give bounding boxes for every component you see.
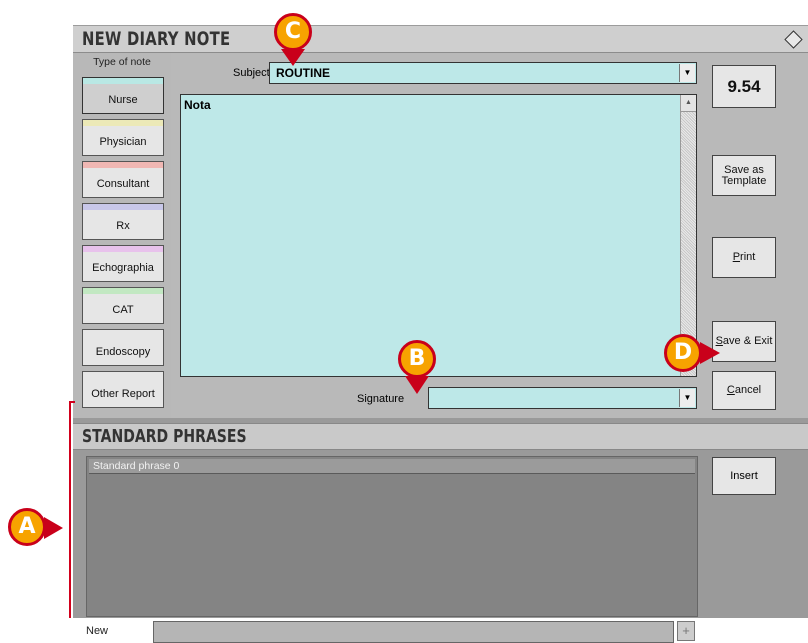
scroll-up-icon[interactable]: ▲	[681, 95, 696, 112]
note-text: Nota	[184, 98, 211, 112]
callout-b: B	[398, 340, 436, 378]
window-title: NEW DIARY NOTE	[82, 28, 231, 50]
signature-dropdown[interactable]: ▼	[428, 387, 697, 409]
print-button[interactable]: Print	[712, 237, 776, 278]
note-type-rx[interactable]: Rx	[82, 203, 164, 240]
subject-value: ROUTINE	[276, 66, 330, 80]
new-phrase-input[interactable]	[153, 621, 674, 643]
callout-a: A	[8, 508, 46, 546]
cat-color-stripe	[83, 288, 163, 294]
diary-note-window: NEW DIARY NOTE Type of note Nurse Physic…	[73, 25, 808, 643]
list-item[interactable]: Standard phrase 0	[89, 459, 695, 474]
callout-d: D	[664, 334, 702, 372]
note-type-cat[interactable]: CAT	[82, 287, 164, 324]
new-phrase-label: New	[86, 625, 109, 637]
note-type-label: Rx	[116, 220, 130, 232]
note-type-label: Consultant	[96, 178, 150, 190]
note-type-consultant[interactable]: Consultant	[82, 161, 164, 198]
note-type-label: Echographia	[92, 262, 154, 274]
cancel-button[interactable]: Cancel	[712, 371, 776, 410]
note-type-other-report[interactable]: Other Report	[82, 371, 164, 408]
insert-button[interactable]: Insert	[712, 457, 776, 495]
physician-color-stripe	[83, 120, 163, 126]
note-textarea[interactable]: Nota ▲	[180, 94, 697, 377]
note-type-physician[interactable]: Physician	[82, 119, 164, 156]
chevron-down-icon[interactable]: ▼	[679, 389, 695, 407]
chevron-down-icon[interactable]: ▼	[679, 64, 695, 82]
other-report-color-stripe	[83, 372, 163, 378]
standard-phrases-title: STANDARD PHRASES	[82, 426, 247, 447]
clock-display: 9.54	[712, 65, 776, 108]
consultant-color-stripe	[83, 162, 163, 168]
add-phrase-icon[interactable]: +	[677, 621, 695, 641]
note-type-label: Physician	[99, 136, 147, 148]
callout-c-pointer	[281, 49, 305, 66]
note-type-panel: Type of note Nurse Physician Consultant …	[73, 53, 171, 418]
note-editor-panel: Subject ROUTINE ▼ Nota ▲ Signature ▼	[171, 53, 706, 418]
subject-dropdown[interactable]: ROUTINE ▼	[269, 62, 697, 84]
callout-c: C	[274, 13, 312, 51]
note-type-echographia[interactable]: Echographia	[82, 245, 164, 282]
note-type-endoscopy[interactable]: Endoscopy	[82, 329, 164, 366]
signature-label: Signature	[357, 393, 405, 405]
rx-color-stripe	[83, 204, 163, 210]
endoscopy-color-stripe	[83, 330, 163, 336]
actions-panel: 9.54 Save as Template Print Save & Exit …	[706, 53, 808, 418]
save-as-template-button[interactable]: Save as Template	[712, 155, 776, 196]
callout-b-pointer	[405, 376, 429, 394]
note-type-nurse[interactable]: Nurse	[82, 77, 164, 114]
save-exit-button[interactable]: Save & Exit	[712, 321, 776, 362]
standard-phrases-header: STANDARD PHRASES	[73, 423, 808, 450]
diamond-icon[interactable]	[784, 30, 803, 49]
note-type-label: CAT	[112, 304, 134, 316]
window-titlebar: NEW DIARY NOTE	[73, 25, 808, 53]
note-type-label: Other Report	[91, 388, 155, 400]
nurse-color-stripe	[83, 78, 163, 84]
echographia-color-stripe	[83, 246, 163, 252]
note-type-label: Nurse	[108, 94, 138, 106]
standard-phrases-list[interactable]: Standard phrase 0	[86, 456, 698, 617]
callout-d-pointer	[700, 342, 720, 364]
callout-a-pointer	[44, 517, 63, 539]
subject-label: Subject	[233, 67, 270, 79]
annotation-bracket	[69, 401, 75, 618]
note-type-label: Endoscopy	[95, 346, 151, 358]
note-type-header: Type of note	[93, 56, 151, 68]
